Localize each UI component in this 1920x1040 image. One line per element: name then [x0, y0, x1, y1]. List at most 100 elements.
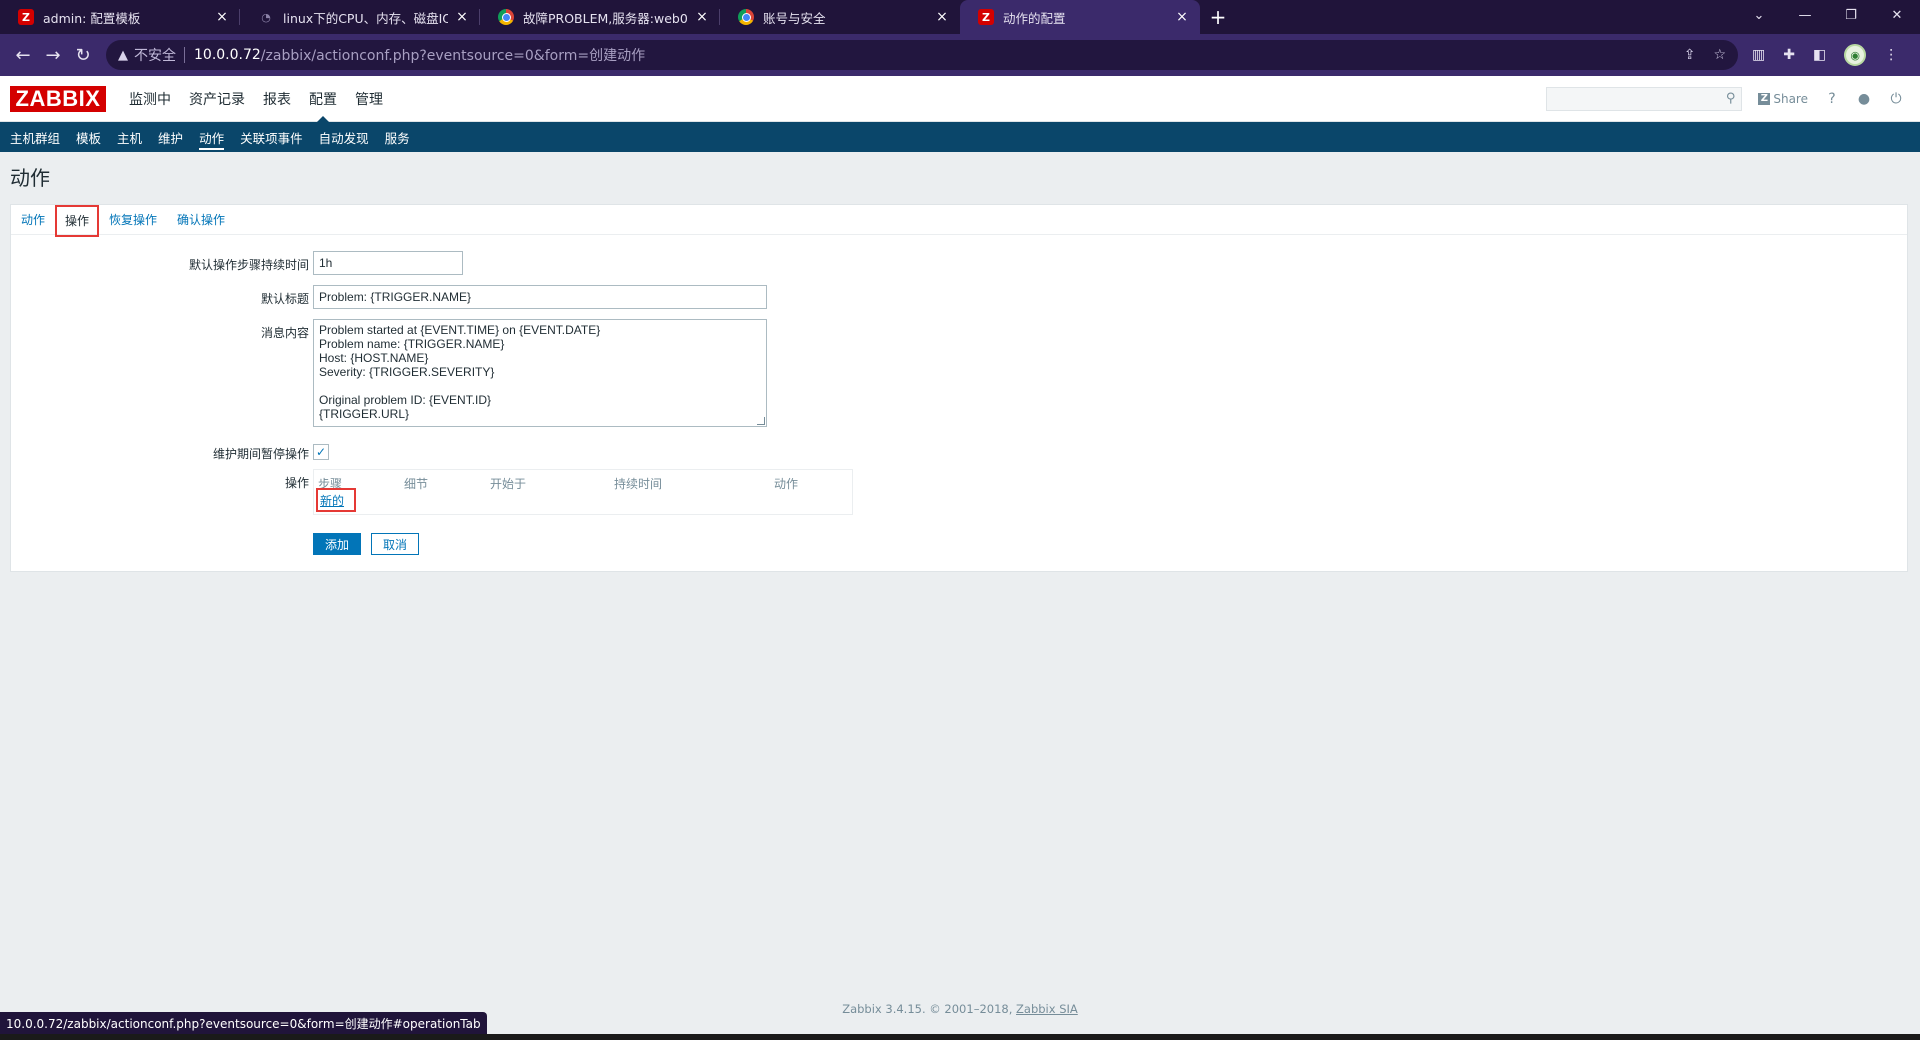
form-tabs: 动作 操作 恢复操作 确认操作	[11, 204, 1907, 237]
default-subject-input[interactable]	[313, 285, 767, 309]
share-link[interactable]: Z Share	[1758, 92, 1808, 106]
tab-close-icon[interactable]: ×	[934, 9, 950, 25]
resize-grip-icon[interactable]	[757, 417, 765, 425]
browser-tab[interactable]: ◔ linux下的CPU、内存、磁盘IO、 ×	[240, 0, 480, 34]
address-divider	[184, 47, 185, 63]
sub-menu-templates[interactable]: 模板	[68, 122, 109, 152]
help-icon[interactable]: ?	[1824, 91, 1840, 107]
default-step-duration-input[interactable]	[313, 251, 463, 275]
cancel-button[interactable]: 取消	[371, 533, 419, 555]
operations-table: 步骤 细节 开始于 持续时间 动作 新的	[313, 469, 853, 515]
main-menu-inventory[interactable]: 资产记录	[180, 76, 254, 122]
tab-action[interactable]: 动作	[11, 205, 55, 235]
zabbix-header: ZABBIX 监测中 资产记录 报表 配置 管理 ⚲ Z Share ? ● ⏻	[0, 76, 1920, 122]
bookmark-star-icon[interactable]: ☆	[1713, 47, 1726, 63]
url-host: 10.0.0.72	[194, 47, 261, 63]
tab-acknowledge-operations[interactable]: 确认操作	[167, 205, 235, 235]
browser-tab[interactable]: Z admin: 配置模板 ×	[0, 0, 240, 34]
default-message-text: Problem started at {EVENT.TIME} on {EVEN…	[319, 323, 601, 421]
browser-menu-icon[interactable]: ⋮	[1884, 47, 1898, 63]
browser-tab-strip: Z admin: 配置模板 × ◔ linux下的CPU、内存、磁盘IO、 × …	[0, 0, 1920, 34]
tab-title: 账号与安全	[763, 10, 826, 26]
pause-in-maintenance-checkbox[interactable]: ✓	[313, 444, 329, 460]
browser-tab[interactable]: 账号与安全 ×	[720, 0, 960, 34]
footer-text: Zabbix 3.4.15. © 2001–2018,	[842, 1002, 1017, 1016]
column-header-duration: 持续时间	[614, 477, 663, 491]
sub-menu: 主机群组 模板 主机 维护 动作 关联项事件 自动发现 服务	[0, 122, 1920, 152]
back-icon[interactable]: ←	[8, 40, 38, 70]
tab-title: 动作的配置	[1003, 10, 1066, 26]
new-tab-icon[interactable]: +	[1200, 0, 1236, 34]
tab-title: 故障PROBLEM,服务器:web02发	[523, 10, 688, 26]
chrome-favicon-icon	[738, 9, 754, 25]
operations-label: 操作	[284, 476, 309, 490]
tab-close-icon[interactable]: ×	[214, 9, 230, 25]
url-path: /zabbix/actionconf.php?eventsource=0&for…	[260, 48, 646, 64]
window-controls: ⌄ — ❐ ✕	[1736, 0, 1920, 30]
new-operation-link[interactable]: 新的	[316, 488, 356, 512]
sub-menu-maintenance[interactable]: 维护	[150, 122, 191, 152]
default-step-duration-label: 默认操作步骤持续时间	[188, 258, 309, 272]
main-menu: 监测中 资产记录 报表 配置 管理	[120, 76, 392, 122]
zabbix-logo[interactable]: ZABBIX	[10, 85, 106, 112]
browser-toolbar: ← → ↻ ▲ 不安全 10.0.0.72 /zabbix/actionconf…	[0, 34, 1920, 76]
tab-title: admin: 配置模板	[43, 10, 141, 26]
user-profile-icon[interactable]: ●	[1856, 91, 1872, 107]
forward-icon[interactable]: →	[38, 40, 68, 70]
address-bar[interactable]: ▲ 不安全 10.0.0.72 /zabbix/actionconf.php?e…	[106, 40, 1738, 70]
share-page-icon[interactable]: ⇪	[1684, 47, 1696, 63]
taskbar-edge	[0, 1034, 1920, 1040]
close-window-icon[interactable]: ✕	[1874, 0, 1920, 30]
extensions-puzzle-icon[interactable]: ✚	[1783, 47, 1795, 63]
chrome-favicon-icon	[498, 9, 514, 25]
tab-close-icon[interactable]: ×	[1174, 9, 1190, 25]
header-tools: ⚲ Z Share ? ● ⏻	[1546, 86, 1920, 111]
sub-menu-services[interactable]: 服务	[377, 122, 418, 152]
sub-menu-discovery[interactable]: 自动发现	[311, 122, 377, 152]
warning-icon: ▲	[118, 47, 128, 63]
main-menu-monitoring[interactable]: 监测中	[120, 76, 180, 122]
add-button[interactable]: 添加	[313, 533, 361, 555]
default-message-label: 消息内容	[260, 326, 309, 340]
main-menu-reports[interactable]: 报表	[254, 76, 300, 122]
profile-avatar-icon[interactable]: ◉	[1844, 44, 1867, 66]
column-header-details: 细节	[404, 477, 429, 491]
global-search-input[interactable]: ⚲	[1546, 86, 1743, 111]
omnibox-actions: ⇪ ☆	[1684, 47, 1726, 63]
minimize-icon[interactable]: —	[1782, 0, 1828, 30]
column-header-action: 动作	[774, 477, 799, 491]
restore-icon[interactable]: ❐	[1828, 0, 1874, 30]
checkmark-icon: ✓	[315, 445, 327, 459]
sub-menu-host-groups[interactable]: 主机群组	[2, 122, 68, 152]
sub-menu-actions[interactable]: 动作	[191, 122, 232, 152]
zabbix-favicon-icon: Z	[978, 9, 994, 25]
tab-recovery-operations[interactable]: 恢复操作	[99, 205, 167, 235]
tab-close-icon[interactable]: ×	[694, 9, 710, 25]
insecure-label: 不安全	[134, 48, 176, 64]
reload-icon[interactable]: ↻	[68, 40, 98, 70]
github-favicon-icon: ◔	[261, 10, 271, 24]
reading-mode-icon[interactable]: ▥	[1752, 47, 1765, 63]
main-menu-configuration[interactable]: 配置	[300, 76, 346, 122]
footer-link[interactable]: Zabbix SIA	[1016, 1002, 1078, 1016]
tab-search-icon[interactable]: ⌄	[1736, 0, 1782, 30]
sign-out-icon[interactable]: ⏻	[1888, 91, 1904, 107]
tab-title: linux下的CPU、内存、磁盘IO、	[283, 10, 448, 26]
share-icon: Z	[1758, 92, 1771, 105]
pause-in-maintenance-label: 维护期间暂停操作	[212, 447, 309, 461]
action-form-panel: 动作 操作 恢复操作 确认操作 默认操作步骤持续时间 默认标题 消息内容 Pro…	[10, 204, 1908, 572]
main-menu-administration[interactable]: 管理	[346, 76, 392, 122]
default-message-textarea[interactable]: Problem started at {EVENT.TIME} on {EVEN…	[313, 319, 767, 427]
tab-close-icon[interactable]: ×	[454, 9, 470, 25]
extension-area: ▥ ✚ ◧ ◉ ⋮	[1752, 44, 1898, 66]
default-subject-label: 默认标题	[260, 292, 309, 306]
browser-status-url: 10.0.0.72/zabbix/actionconf.php?eventsou…	[0, 1012, 487, 1034]
side-panel-icon[interactable]: ◧	[1813, 47, 1826, 63]
sub-menu-hosts[interactable]: 主机	[109, 122, 150, 152]
search-icon[interactable]: ⚲	[1726, 91, 1736, 106]
tab-operations[interactable]: 操作	[55, 204, 100, 237]
browser-tab[interactable]: 故障PROBLEM,服务器:web02发 ×	[480, 0, 720, 34]
sub-menu-correlation[interactable]: 关联项事件	[232, 122, 311, 152]
browser-tab-active[interactable]: Z 动作的配置 ×	[960, 0, 1200, 34]
zabbix-favicon-icon: Z	[18, 9, 34, 25]
